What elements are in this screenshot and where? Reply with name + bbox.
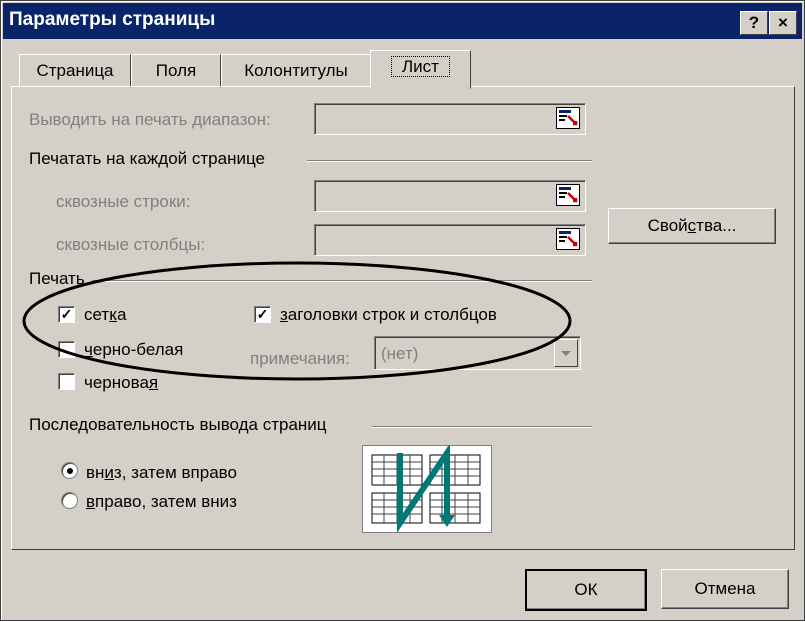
window-title: Параметры страницы [9,9,216,30]
rows-to-repeat-label: сквозные строки: [56,192,191,211]
draft-quality-checkbox[interactable] [58,373,75,390]
over-then-down-label[interactable]: вправо, затем вниз [86,492,237,512]
collapse-dialog-icon[interactable] [556,107,580,129]
cols-to-repeat-label: сквозные столбцы: [56,235,206,254]
group-divider [92,280,592,282]
print-titles-group-label: Печатать на каждой странице [29,149,265,168]
tab-margins[interactable]: Поля [131,54,221,88]
headings-label[interactable]: заголовки строк и столбцов [280,305,497,325]
down-then-over-radio[interactable] [61,462,78,479]
tab-sheet[interactable]: Лист [370,50,471,89]
gridlines-checkbox[interactable]: ✓ [58,306,75,323]
print-area-label: Выводить на печать диапазон: [29,110,271,129]
help-button[interactable]: ? [740,11,768,35]
headings-checkbox[interactable]: ✓ [254,306,271,323]
page-order-preview-icon [362,445,492,533]
gridlines-label[interactable]: сетка [84,305,126,325]
tab-header-footer[interactable]: Колонтитулы [221,54,371,88]
over-then-down-radio[interactable] [61,492,78,509]
tab-page[interactable]: Страница [19,54,131,88]
group-divider [307,160,592,162]
tab-sheet-label: Лист [391,56,450,77]
title-bar[interactable]: Параметры страницы ? × [3,3,802,39]
dropdown-button[interactable] [554,339,578,367]
group-divider [372,426,592,428]
ok-button[interactable]: ОК [525,569,647,611]
comments-value: (нет) [381,344,419,363]
comments-select[interactable]: (нет) [374,336,581,370]
draft-quality-label[interactable]: черновая [84,373,158,393]
rows-to-repeat-input[interactable] [314,180,586,212]
comments-label: примечания: [250,349,350,368]
page-setup-dialog: Параметры страницы ? × Страница Поля Кол… [0,0,805,621]
black-and-white-label[interactable]: черно-белая [84,340,183,360]
collapse-dialog-icon[interactable] [556,184,580,206]
print-group-label: Печать [29,269,85,288]
black-and-white-checkbox[interactable] [58,341,75,358]
chevron-down-icon [561,351,571,356]
page-order-group-label: Последовательность вывода страниц [29,415,327,434]
close-button[interactable]: × [769,11,797,35]
cancel-button[interactable]: Отмена [661,569,789,609]
cols-to-repeat-input[interactable] [314,224,586,256]
properties-button[interactable]: Свойства... [608,208,776,244]
print-area-input[interactable] [314,103,586,135]
down-then-over-label[interactable]: вниз, затем вправо [86,463,237,483]
sheet-panel: Выводить на печать диапазон: Печатать на… [11,86,795,550]
collapse-dialog-icon[interactable] [556,228,580,250]
